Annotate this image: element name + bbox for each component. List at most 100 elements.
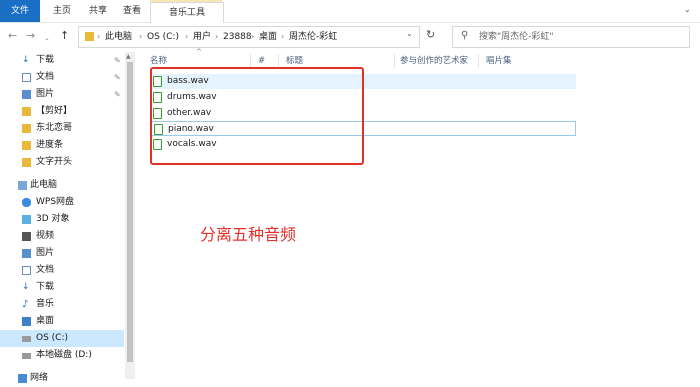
picture-icon [22, 90, 31, 99]
music-note-icon: ♪ [22, 299, 29, 310]
nav-item-folder-text[interactable]: 文字开头 [0, 154, 124, 171]
nav-item-documents[interactable]: 文档 ✎ [0, 69, 124, 86]
nav-item-downloads[interactable]: ↓ 下载 ✎ [0, 52, 124, 69]
nav-label: 图片 [36, 248, 55, 258]
nav-item-desktop[interactable]: 桌面 [0, 313, 124, 330]
ribbon: 文件 主页 共享 查看 音乐工具 ⌄ [0, 0, 700, 23]
column-divider[interactable] [278, 54, 279, 68]
search-placeholder: 搜索"周杰伦-彩虹" [479, 32, 554, 42]
sort-up-icon: ^ [196, 48, 202, 56]
folder-icon [22, 141, 31, 150]
crumb-users[interactable]: 用户 [193, 27, 211, 47]
nav-label: 音乐 [36, 299, 55, 309]
tab-view[interactable]: 查看 [118, 0, 146, 22]
nav-scrollbar[interactable]: ▲ [125, 52, 135, 379]
nav-label: 视频 [36, 231, 55, 241]
tab-file[interactable]: 文件 [0, 0, 40, 22]
folder-icon [22, 158, 31, 167]
cloud-icon [22, 198, 31, 207]
nav-item-this-pc[interactable]: 此电脑 [0, 177, 124, 194]
pin-icon[interactable]: ✎ [114, 86, 121, 103]
search-input[interactable]: ⚲ 搜索"周杰伦-彩虹" [452, 26, 690, 48]
nav-item-drive-c[interactable]: OS (C:) [0, 330, 124, 347]
nav-item-folder-jianhao[interactable]: 【剪好】 [0, 103, 124, 120]
ribbon-expand-icon[interactable]: ⌄ [684, 6, 692, 14]
up-arrow-icon[interactable]: ↑ [60, 28, 69, 44]
crumb-drive-c[interactable]: OS (C:) [147, 27, 179, 47]
nav-label: 下载 [36, 55, 55, 65]
refresh-icon[interactable]: ↻ [426, 28, 435, 41]
nav-item-videos[interactable]: 视频 [0, 228, 124, 245]
nav-label: OS (C:) [36, 333, 68, 343]
nav-label: 文字开头 [36, 157, 73, 167]
annotation-text: 分离五种音频 [200, 225, 297, 244]
pin-icon[interactable]: ✎ [114, 69, 121, 86]
search-icon: ⚲ [461, 30, 469, 41]
nav-label: 桌面 [36, 316, 55, 326]
address-row: ← → ⌄ ↑ › 此电脑 › OS (C:) › 用户 › 23888 › 桌… [0, 23, 700, 49]
chevron-right-icon: › [215, 32, 219, 41]
nav-item-pictures-2[interactable]: 图片 [0, 245, 124, 262]
computer-icon [18, 181, 27, 190]
nav-item-documents-2[interactable]: 文档 [0, 262, 124, 279]
download-arrow-icon: ↓ [22, 55, 30, 65]
drive-icon [22, 336, 31, 342]
column-header-album[interactable]: 唱片集 [486, 52, 512, 70]
chevron-right-icon: › [185, 32, 189, 41]
chevron-right-icon: › [97, 32, 101, 41]
chevron-right-icon: › [281, 32, 285, 41]
highlight-box [150, 67, 364, 165]
tab-music-tools[interactable]: 音乐工具 [150, 2, 224, 23]
scroll-up-icon[interactable]: ▲ [126, 53, 131, 61]
nav-item-music[interactable]: ♪ 音乐 [0, 296, 124, 313]
video-icon [22, 232, 31, 241]
folder-icon [85, 32, 94, 41]
recent-locations-icon[interactable]: ⌄ [44, 30, 50, 46]
address-actions: ⌄ ↻ [400, 26, 442, 46]
nav-label: 本地磁盘 (D:) [36, 350, 92, 360]
crumb-desktop[interactable]: 桌面 [259, 27, 277, 47]
column-header-artists[interactable]: 参与创作的艺术家 [400, 52, 468, 70]
chevron-right-icon: › [139, 32, 143, 41]
crumb-user-23888[interactable]: 23888 [223, 27, 252, 47]
nav-label: WPS网盘 [36, 197, 75, 207]
nav-label: 下载 [36, 282, 55, 292]
picture-icon [22, 249, 31, 258]
nav-label: 文档 [36, 72, 55, 82]
scrollbar-thumb[interactable] [127, 62, 133, 362]
forward-arrow-icon[interactable]: → [26, 28, 35, 44]
drive-icon [22, 353, 31, 359]
document-icon [22, 266, 31, 275]
back-arrow-icon[interactable]: ← [8, 28, 17, 44]
tab-share[interactable]: 共享 [84, 0, 112, 22]
nav-item-3d-objects[interactable]: 3D 对象 [0, 211, 124, 228]
download-arrow-icon: ↓ [22, 282, 30, 292]
address-history-icon[interactable]: ⌄ [406, 29, 413, 38]
navigation-pane: ↓ 下载 ✎ 文档 ✎ 图片 ✎ 【剪好】 东北恋哥 进度条 文字开头 此电脑 … [0, 52, 124, 383]
address-bar[interactable]: › 此电脑 › OS (C:) › 用户 › 23888 › 桌面 › 周杰伦-… [78, 26, 420, 48]
tab-home[interactable]: 主页 [48, 0, 76, 22]
column-divider[interactable] [250, 54, 251, 68]
column-divider[interactable] [478, 54, 479, 68]
column-divider[interactable] [394, 54, 395, 68]
nav-label: 东北恋哥 [36, 123, 73, 133]
nav-item-wps-drive[interactable]: WPS网盘 [0, 194, 124, 211]
nav-label: 此电脑 [30, 180, 58, 190]
desktop-icon [22, 317, 31, 326]
nav-item-drive-d[interactable]: 本地磁盘 (D:) [0, 347, 124, 364]
nav-label: 【剪好】 [36, 106, 73, 116]
nav-item-folder-progress[interactable]: 进度条 [0, 137, 124, 154]
crumb-current-folder[interactable]: 周杰伦-彩虹 [289, 27, 337, 47]
nav-label: 文档 [36, 265, 55, 275]
pin-icon[interactable]: ✎ [114, 52, 121, 69]
crumb-this-pc[interactable]: 此电脑 [105, 27, 132, 47]
nav-item-folder-dongbei[interactable]: 东北恋哥 [0, 120, 124, 137]
chevron-right-icon: › [251, 32, 255, 41]
nav-label: 进度条 [36, 140, 64, 150]
nav-label: 图片 [36, 89, 55, 99]
folder-icon [22, 124, 31, 133]
folder-icon [22, 107, 31, 116]
nav-item-downloads-2[interactable]: ↓ 下载 [0, 279, 124, 296]
nav-item-pictures[interactable]: 图片 ✎ [0, 86, 124, 103]
nav-label: 3D 对象 [36, 214, 70, 224]
